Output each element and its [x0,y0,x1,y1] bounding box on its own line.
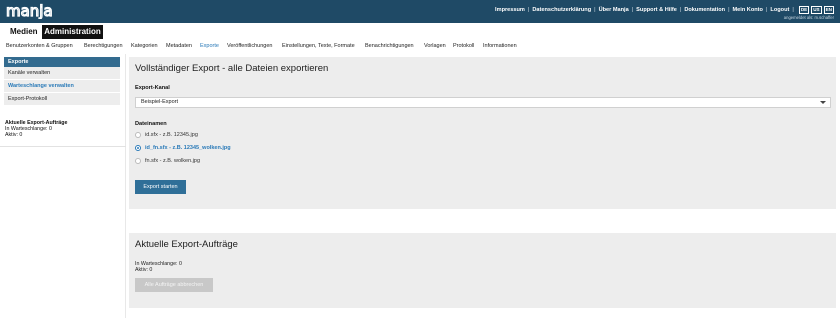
link-support[interactable]: Support & Hilfe [636,7,677,13]
subnav-metadaten[interactable]: Metadaten [166,43,192,49]
lang-de[interactable]: DE [798,6,810,14]
sidebar-item-warteschlange[interactable]: Warteschlange verwalten [4,80,120,93]
subnav-berechtigungen[interactable]: Berechtigungen [84,43,123,49]
subnav-benachrichtigungen[interactable]: Benachrichtigungen [365,43,414,49]
filename-option-label: fn.sfx - z.B. wolken.jpg [145,158,201,164]
filename-option-label: id_fn.sfx - z.B. 12345_wolken.jpg [145,145,231,151]
filename-option-label: id.sfx - z.B. 12345.jpg [145,132,198,138]
filename-option-id[interactable]: id.sfx - z.B. 12345.jpg [135,131,198,139]
link-ueber-manja[interactable]: Über Manja [599,7,629,13]
main-tabs: Medien Administration [0,23,840,39]
link-logout[interactable]: Logout [770,7,789,13]
start-export-button[interactable]: Export starten [135,180,186,194]
tab-medien[interactable]: Medien [2,25,46,39]
header-links: Impressum | Datenschutzerklärung | Über Ma… [495,6,834,14]
manja-logo[interactable]: manja [6,3,64,19]
channel-label: Export-Kanal [135,85,170,91]
channel-select[interactable]: Beispiel-Export [135,97,831,108]
subnav-benutzerkonten[interactable]: Benutzerkonten & Gruppen [6,43,73,49]
filename-option-id-fn[interactable]: id_fn.sfx - z.B. 12345_wolken.jpg [135,144,231,152]
cancel-all-jobs-button[interactable]: Alle Aufträge abbrechen [135,278,213,292]
lang-en[interactable]: EN [823,6,834,14]
jobs-active: Aktiv: 0 [135,267,153,273]
sidebar-item-kanaele[interactable]: Kanäle verwalten [4,67,120,80]
link-dokumentation[interactable]: Dokumentation [684,7,725,13]
logged-in-user: angemeldet als: m.schaffer [783,15,834,20]
sidebar-divider [0,146,126,147]
link-mein-konto[interactable]: Mein Konto [733,7,763,13]
export-panel: Vollständiger Export - alle Dateien expo… [129,57,836,209]
radio-button[interactable] [135,132,141,138]
export-panel-title: Vollständiger Export - alle Dateien expo… [135,63,329,74]
jobs-panel-title: Aktuelle Export-Aufträge [135,239,238,250]
sidebar-heading: Exporte [4,57,120,67]
subnav-kategorien[interactable]: Kategorien [131,43,158,49]
link-impressum[interactable]: Impressum [495,7,525,13]
export-jobs-panel: Aktuelle Export-Aufträge In Warteschlang… [129,233,836,308]
channel-select-value: Beispiel-Export [141,99,178,105]
jobs-status: In Warteschlange: 0 Aktiv: 0 [135,261,182,273]
filename-option-fn[interactable]: fn.sfx - z.B. wolken.jpg [135,157,200,165]
svg-text:manja: manja [6,3,53,19]
sidebar: Exporte Kanäle verwalten Warteschlange v… [4,57,120,106]
subnav-protokoll[interactable]: Protokoll [453,43,474,49]
tab-administration[interactable]: Administration [42,25,103,39]
subnav-einstellungen[interactable]: Einstellungen, Texte, Formate [282,43,355,49]
sidebar-item-export-protokoll[interactable]: Export-Protokoll [4,93,120,106]
sidebar-status-active: Aktiv: 0 [5,132,23,138]
filenames-label: Dateinamen [135,121,167,127]
sidebar-export-status: Aktuelle Export-Aufträge In Warteschlang… [5,120,67,138]
subnav-informationen[interactable]: Informationen [483,43,517,49]
subnav-veroeffentlichungen[interactable]: Veröffentlichungen [227,43,272,49]
radio-button[interactable] [135,158,141,164]
top-bar: manja Impressum | Datenschutzerklärung | Ü… [0,0,840,23]
link-datenschutz[interactable]: Datenschutzerklärung [532,7,591,13]
sub-navigation: Benutzerkonten & Gruppen Berechtigungen … [0,40,840,54]
chevron-down-icon [820,101,826,104]
lang-us[interactable]: US [811,6,822,14]
subnav-exporte[interactable]: Exporte [200,43,219,49]
radio-button-selected[interactable] [135,145,141,151]
subnav-vorlagen[interactable]: Vorlagen [424,43,446,49]
sidebar-divider-line [125,54,126,318]
